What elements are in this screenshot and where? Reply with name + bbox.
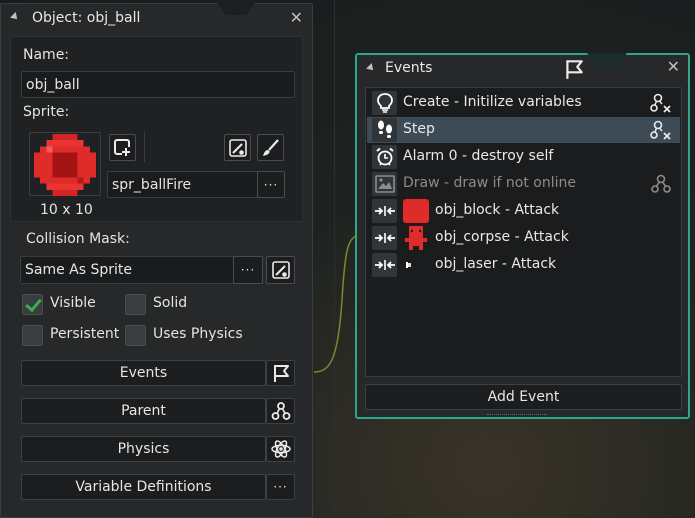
object-panel-titlebar[interactable]: Object: obj_ball ✕ — [1, 4, 312, 32]
add-event-button[interactable]: Add Event — [365, 384, 682, 410]
name-field[interactable]: obj_ball — [21, 71, 295, 98]
event-label: Step — [403, 121, 435, 137]
inherit-remove-icon[interactable] — [650, 120, 672, 140]
event-item-create[interactable]: Create - Initilize variables — [367, 90, 680, 116]
variable-definitions-button[interactable]: Variable Definitions — [21, 474, 266, 500]
sprite-preview[interactable] — [29, 132, 101, 196]
parent-button[interactable]: Parent — [21, 398, 266, 424]
atom-icon — [270, 440, 291, 458]
new-sprite-button[interactable] — [109, 134, 136, 161]
object-properties-box: Name: obj_ball Sprite: 10 x 10 spr_ballF… — [10, 36, 303, 222]
solid-checkbox[interactable] — [125, 294, 146, 315]
event-item-collision-corpse[interactable]: obj_corpse - Attack — [367, 225, 680, 251]
edit-image-icon — [228, 138, 247, 157]
event-item-collision-laser[interactable]: obj_laser - Attack — [367, 252, 680, 278]
collision-mask-label: Collision Mask: — [26, 231, 130, 247]
object-panel: Object: obj_ball ✕ Name: obj_ball Sprite… — [0, 3, 313, 518]
event-label: obj_corpse - Attack — [435, 229, 569, 245]
hierarchy-icon — [271, 402, 290, 420]
event-label: obj_laser - Attack — [435, 256, 557, 272]
footsteps-icon — [372, 118, 397, 142]
flag-icon — [273, 365, 289, 382]
edit-image-icon — [271, 261, 290, 279]
sprite-label: Sprite: — [23, 104, 70, 120]
event-label: Alarm 0 - destroy self — [403, 148, 554, 164]
event-label: Create - Initilize variables — [403, 94, 582, 110]
alarm-clock-icon — [372, 145, 397, 169]
object-panel-title: Object: obj_ball — [32, 10, 141, 26]
collision-icon — [372, 253, 397, 277]
events-panel-title: Events — [385, 60, 433, 76]
event-label: obj_block - Attack — [435, 202, 560, 218]
events-panel: Events ✕ Create - Initilize variables St… — [355, 53, 690, 419]
more-icon: ··· — [263, 177, 279, 192]
variable-definitions-more-button[interactable]: ··· — [266, 474, 295, 500]
sprite-browse-button[interactable]: ··· — [257, 171, 285, 198]
collapse-icon[interactable] — [10, 12, 20, 22]
events-flag-button[interactable] — [266, 360, 295, 386]
collapse-icon[interactable] — [366, 63, 376, 73]
inherit-icon[interactable] — [650, 174, 672, 194]
event-list: Create - Initilize variables Step Alarm … — [365, 87, 682, 377]
visible-checkbox[interactable] — [22, 294, 43, 315]
lightbulb-icon — [372, 91, 397, 115]
solid-label: Solid — [153, 295, 188, 311]
divider — [144, 132, 145, 162]
physics-button[interactable]: Physics — [21, 436, 266, 462]
corpse-sprite-thumbnail — [405, 226, 427, 250]
physics-icon-button[interactable] — [266, 436, 295, 462]
uses-physics-checkbox[interactable] — [125, 325, 146, 346]
uses-physics-label: Uses Physics — [153, 326, 243, 342]
close-icon[interactable]: ✕ — [667, 57, 680, 76]
persistent-label: Persistent — [50, 326, 120, 342]
edit-mask-button[interactable] — [266, 256, 295, 284]
close-icon[interactable]: ✕ — [290, 8, 303, 27]
draw-icon — [372, 172, 397, 196]
event-item-collision-block[interactable]: obj_block - Attack — [367, 198, 680, 224]
block-sprite-thumbnail — [403, 199, 429, 223]
more-icon: ··· — [240, 263, 256, 277]
sprite-thumbnail — [34, 134, 96, 196]
more-icon: ··· — [273, 480, 288, 494]
edit-sprite-button[interactable] — [224, 134, 251, 161]
sprite-size-label: 10 x 10 — [40, 202, 93, 218]
collision-icon — [372, 226, 397, 250]
event-item-step[interactable]: Step — [367, 117, 680, 143]
name-label: Name: — [23, 47, 70, 63]
collision-icon — [372, 199, 397, 223]
collision-mask-field[interactable]: Same As Sprite — [20, 256, 234, 284]
event-item-alarm[interactable]: Alarm 0 - destroy self — [367, 144, 680, 170]
persistent-checkbox[interactable] — [22, 325, 43, 346]
collision-mask-browse-button[interactable]: ··· — [233, 256, 263, 284]
inherit-remove-icon[interactable] — [650, 93, 672, 113]
events-button[interactable]: Events — [21, 360, 266, 386]
brush-button[interactable] — [257, 134, 284, 161]
paintbrush-icon — [262, 138, 279, 156]
event-item-draw[interactable]: Draw - draw if not online — [367, 171, 680, 197]
new-sprite-icon — [113, 138, 131, 156]
resize-grip[interactable] — [487, 414, 547, 416]
parent-icon-button[interactable] — [266, 398, 295, 424]
visible-label: Visible — [50, 295, 96, 311]
sprite-name-field[interactable]: spr_ballFire — [107, 171, 259, 198]
laser-sprite-thumbnail — [406, 262, 411, 268]
event-label: Draw - draw if not online — [403, 175, 576, 191]
flag-icon — [566, 60, 583, 79]
